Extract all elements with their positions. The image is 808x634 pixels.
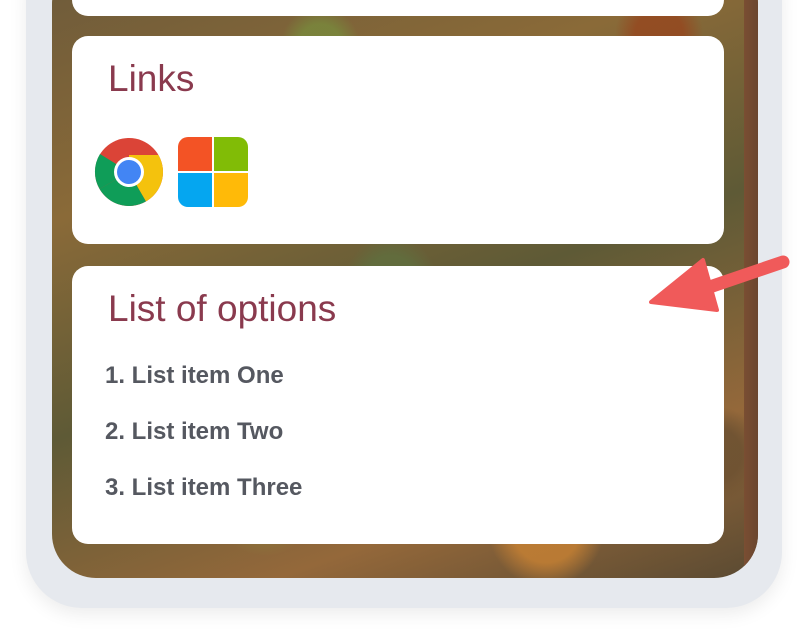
annotation-arrow-icon xyxy=(649,255,790,312)
links-title: Links xyxy=(108,58,195,99)
list-item[interactable]: 3. List item Three xyxy=(105,474,302,530)
links-card: Links xyxy=(72,36,724,244)
list-card: List of options 1. List item One 2. List… xyxy=(72,266,724,544)
list-title: List of options xyxy=(108,288,337,329)
chrome-icon[interactable] xyxy=(94,137,164,207)
list-item[interactable]: 2. List item Two xyxy=(105,418,302,474)
list-item[interactable]: 1. List item One xyxy=(105,362,302,418)
microsoft-icon[interactable] xyxy=(178,137,248,207)
options-list: 1. List item One 2. List item Two 3. Lis… xyxy=(105,362,302,530)
previous-card xyxy=(72,0,724,16)
links-icon-row xyxy=(94,137,248,207)
